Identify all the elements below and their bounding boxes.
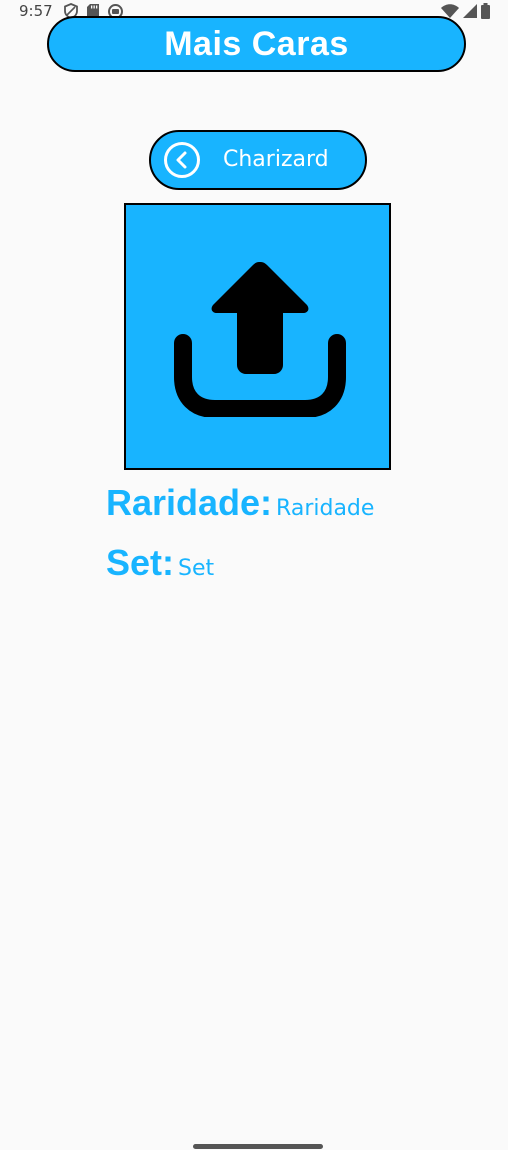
set-label: Set: — [106, 542, 175, 583]
set-value: Set — [178, 556, 215, 581]
raridade-row: Raridade: Raridade — [106, 482, 374, 524]
signal-icon — [463, 4, 477, 18]
app-title-bar: Mais Caras — [47, 16, 466, 72]
card-name-label: Charizard — [223, 147, 329, 172]
status-right-icons — [441, 3, 490, 19]
set-row: Set: Set — [106, 542, 214, 584]
battery-icon — [481, 3, 490, 19]
home-indicator[interactable] — [193, 1144, 323, 1149]
raridade-value: Raridade — [276, 496, 375, 521]
chevron-left-circle-icon[interactable] — [163, 141, 201, 179]
raridade-label: Raridade: — [106, 482, 273, 523]
status-time: 9:57 — [19, 2, 53, 20]
page-title: Mais Caras — [164, 24, 349, 63]
upload-icon — [174, 262, 346, 417]
card-name-back-button[interactable]: Charizard — [149, 130, 367, 190]
card-image-upload[interactable] — [124, 203, 391, 470]
